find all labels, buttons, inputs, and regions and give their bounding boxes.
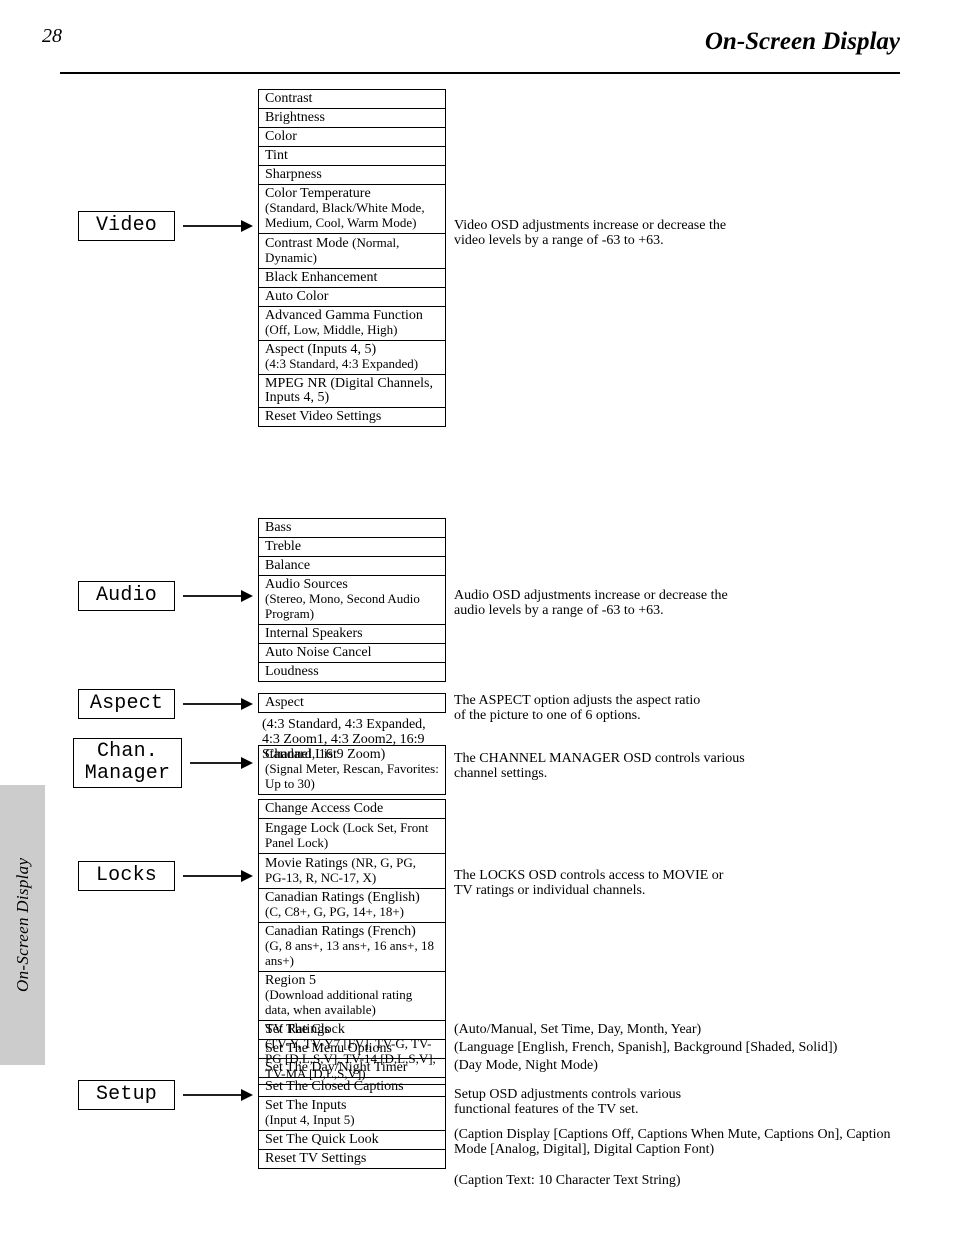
list-item: Set The Menu Options <box>259 1039 445 1058</box>
arrow-icon <box>190 755 253 771</box>
list-item: Engage Lock (Lock Set, Front Panel Lock) <box>259 818 445 853</box>
setup-note-menu: (Language [English, French, Spanish], Ba… <box>454 1040 894 1055</box>
list-item: Auto Color <box>259 287 445 306</box>
setup-note-cc: (Caption Display [Captions Off, Captions… <box>454 1127 894 1157</box>
setup-options: Set The Clock Set The Menu Options Set T… <box>258 1020 446 1169</box>
list-item: Canadian Ratings (French)(G, 8 ans+, 13 … <box>259 922 445 971</box>
audio-options: Bass Treble Balance Audio Sources(Stereo… <box>258 518 446 682</box>
channel-manager-options: Channel List(Signal Meter, Rescan, Favor… <box>258 745 446 795</box>
category-channel-manager: Chan.Manager <box>73 738 182 788</box>
list-item: Bass <box>259 519 445 537</box>
arrow-icon <box>183 1087 253 1103</box>
category-setup: Setup <box>78 1080 175 1110</box>
aspect-options: Aspect <box>258 693 446 713</box>
list-item: Brightness <box>259 108 445 127</box>
arrow-icon <box>183 696 253 712</box>
desc-audio: Audio OSD adjustments increase or decrea… <box>454 588 728 618</box>
list-item: Canadian Ratings (English)(C, C8+, G, PG… <box>259 888 445 922</box>
list-item: Black Enhancement <box>259 268 445 287</box>
list-item: Balance <box>259 556 445 575</box>
list-item: Loudness <box>259 662 445 681</box>
side-tab: On-Screen Display <box>0 785 45 1065</box>
desc-aspect: The ASPECT option adjusts the aspect rat… <box>454 693 700 723</box>
desc-video: Video OSD adjustments increase or decrea… <box>454 218 726 248</box>
list-item: Internal Speakers <box>259 624 445 643</box>
category-aspect: Aspect <box>78 689 175 719</box>
list-item: Tint <box>259 146 445 165</box>
list-item: Contrast Mode (Normal, Dynamic) <box>259 233 445 268</box>
list-item: Advanced Gamma Function(Off, Low, Middle… <box>259 306 445 340</box>
page-number: 28 <box>42 25 62 48</box>
list-item: Set The Clock <box>259 1021 445 1039</box>
arrow-icon <box>183 868 253 884</box>
desc-channel-manager: The CHANNEL MANAGER OSD controls various… <box>454 751 745 781</box>
list-item: Channel List(Signal Meter, Rescan, Favor… <box>259 746 445 794</box>
arrow-icon <box>183 588 253 604</box>
list-item: Set The Day/Night Timer <box>259 1058 445 1077</box>
desc-setup: Setup OSD adjustments controls variousfu… <box>454 1087 681 1117</box>
category-audio: Audio <box>78 581 175 611</box>
desc-locks: The LOCKS OSD controls access to MOVIE o… <box>454 868 723 898</box>
video-options: Contrast Brightness Color Tint Sharpness… <box>258 89 446 427</box>
category-video: Video <box>78 211 175 241</box>
list-item: Aspect (Inputs 4, 5)(4:3 Standard, 4:3 E… <box>259 340 445 374</box>
list-item: Contrast <box>259 90 445 108</box>
setup-note-ql: (Caption Text: 10 Character Text String) <box>454 1173 894 1188</box>
list-item: Set The Quick Look <box>259 1130 445 1149</box>
list-item: Auto Noise Cancel <box>259 643 445 662</box>
top-rule <box>60 72 900 74</box>
list-item: Reset TV Settings <box>259 1149 445 1168</box>
list-item: Sharpness <box>259 165 445 184</box>
list-item: Set The Inputs(Input 4, Input 5) <box>259 1096 445 1130</box>
category-locks: Locks <box>78 861 175 891</box>
setup-note-clock: (Auto/Manual, Set Time, Day, Month, Year… <box>454 1022 894 1037</box>
list-item: Change Access Code <box>259 800 445 818</box>
setup-note-dn: (Day Mode, Night Mode) <box>454 1058 894 1073</box>
list-item: Set The Closed Captions <box>259 1077 445 1096</box>
list-item: Reset Video Settings <box>259 407 445 426</box>
list-item: Treble <box>259 537 445 556</box>
list-item: Color <box>259 127 445 146</box>
list-item: Audio Sources(Stereo, Mono, Second Audio… <box>259 575 445 624</box>
page-heading: On-Screen Display <box>705 28 900 56</box>
list-item: Movie Ratings (NR, G, PG, PG-13, R, NC-1… <box>259 853 445 888</box>
list-item: Color Temperature (Standard, Black/White… <box>259 184 445 233</box>
arrow-icon <box>183 218 253 234</box>
list-item: Aspect <box>259 694 445 712</box>
list-item: Region 5(Download additional rating data… <box>259 971 445 1020</box>
list-item: MPEG NR (Digital Channels, Inputs 4, 5) <box>259 374 445 407</box>
